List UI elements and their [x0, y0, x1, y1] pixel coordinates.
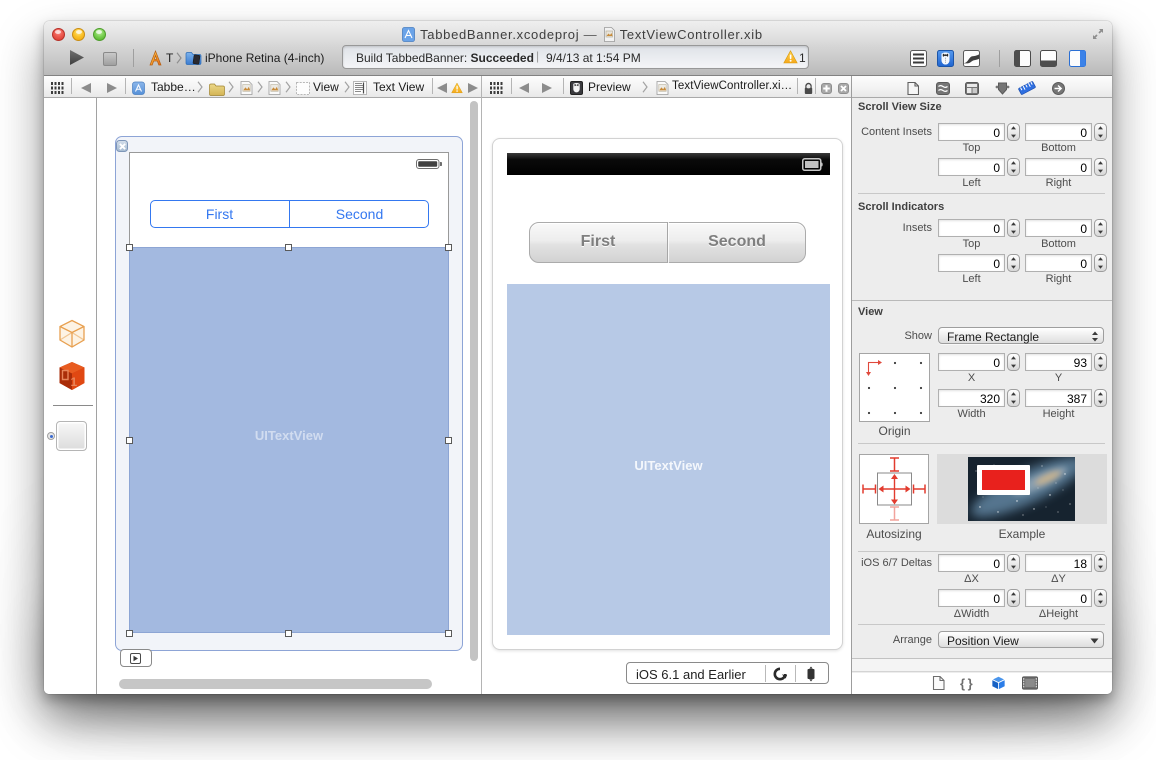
svg-text:1: 1 [71, 375, 78, 389]
